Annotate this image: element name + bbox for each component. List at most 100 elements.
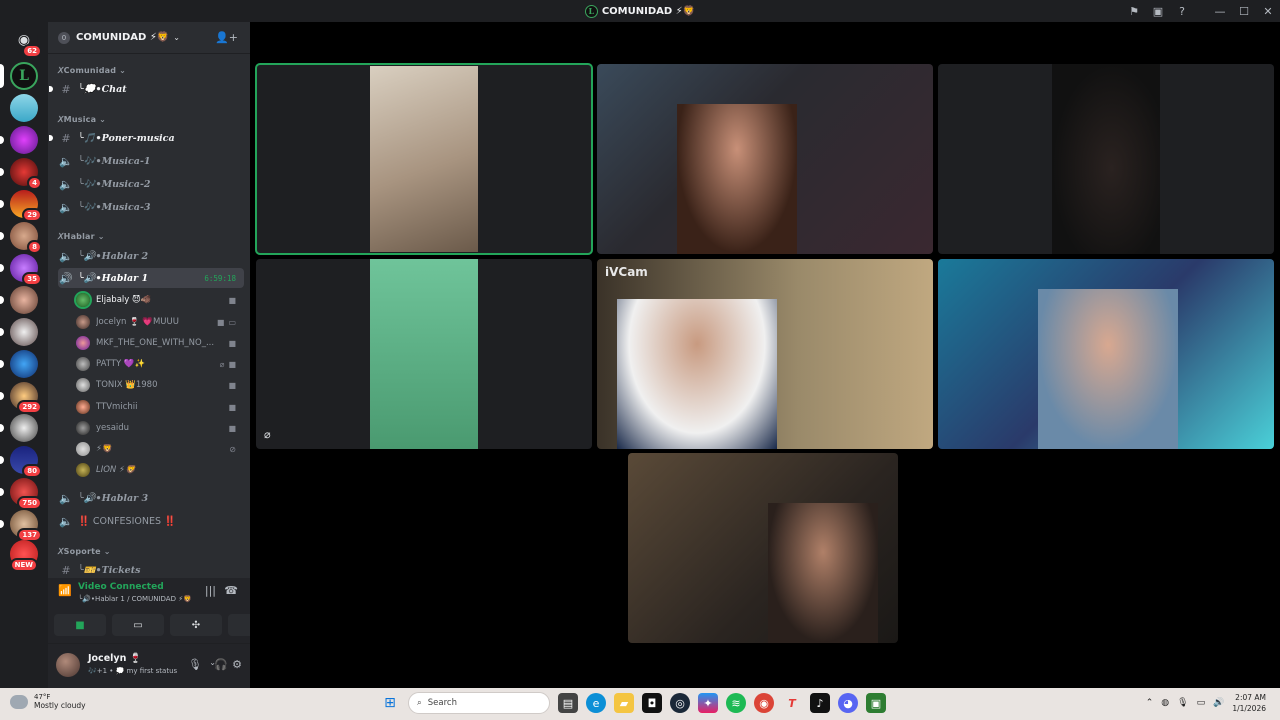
screen-icon[interactable]: ▣ (1146, 0, 1170, 22)
volume-icon[interactable]: 🔊 (1213, 698, 1224, 708)
server-item[interactable] (0, 414, 38, 442)
text-channel-icon: # (61, 563, 71, 577)
video-tile[interactable] (938, 259, 1274, 449)
server-item[interactable]: 29 (0, 190, 42, 222)
server-item[interactable] (0, 286, 38, 314)
activities-button[interactable]: ✣ (170, 614, 222, 636)
voice-channel-icon: 🔈 (59, 177, 73, 191)
voice-user[interactable]: MKF_THE_ONE_WITH_NO_... ■ (76, 333, 244, 353)
server-comunidad[interactable]: L (0, 62, 38, 90)
voice-user[interactable]: LION ⚡🦁 (76, 460, 244, 480)
close-button[interactable]: ✕ (1256, 0, 1280, 22)
server-item[interactable] (0, 126, 38, 154)
video-feed (617, 299, 777, 449)
category-hablar[interactable]: 𝘟Hablar ⌄ (58, 232, 105, 241)
search-box[interactable]: ⌕ Search (408, 692, 550, 714)
video-tile[interactable] (597, 64, 933, 254)
video-tile[interactable]: iVCam (597, 259, 933, 449)
channel-tickets[interactable]: # ╰🎫•Tickets (58, 560, 244, 580)
server-item[interactable]: 4 (0, 158, 42, 190)
server-item[interactable]: NEW (9, 540, 38, 572)
camera-icon: ■ (228, 380, 236, 390)
noise-suppression-icon[interactable]: ||| (205, 584, 216, 597)
channel-confesiones[interactable]: 🔈 ‼️ CONFESIONES ‼️ (58, 511, 244, 531)
home-badge: 62 (22, 44, 42, 58)
channel-hablar-1[interactable]: 🔊 ╰🔊•Hablar 1 6:59:18 (58, 268, 244, 288)
signal-icon[interactable]: 📶 (58, 584, 72, 597)
home-button[interactable]: ◉ 62 (10, 26, 42, 58)
channel-chat[interactable]: # ╰💭•Chat (49, 79, 244, 99)
screen-share-button[interactable]: ▭ (112, 614, 164, 636)
app-icon[interactable]: ◘ (642, 693, 662, 713)
file-explorer-icon[interactable]: ▰ (614, 693, 634, 713)
video-tile[interactable] (255, 63, 593, 255)
voice-user[interactable]: yesaidu ■ (76, 418, 244, 438)
tiktok-icon[interactable]: ♪ (810, 693, 830, 713)
voice-connection-panel: 📶 Video Connected ╰🔊•Hablar 1 / COMUNIDA… (48, 578, 280, 644)
server-badge: 750 (17, 496, 42, 510)
steam-icon[interactable]: ◎ (670, 693, 690, 713)
microphone-icon[interactable]: 🎙 (188, 658, 202, 671)
windows-start-icon[interactable]: ⊞ (380, 693, 400, 713)
guild-header[interactable]: 0 COMUNIDAD ⚡🦁 ⌄ 👤+ (48, 22, 250, 54)
title-bar: L COMUNIDAD ⚡🦁 ⚑ ▣ ? — ☐ ✕ (0, 0, 1280, 22)
chrome-icon[interactable]: ◉ (754, 693, 774, 713)
video-tile[interactable] (938, 64, 1274, 254)
maximize-button[interactable]: ☐ (1232, 0, 1256, 22)
category-comunidad[interactable]: 𝘟Comunidad ⌄ (58, 66, 126, 75)
settings-gear-icon[interactable]: ⚙ (232, 658, 242, 671)
video-tile[interactable] (628, 453, 898, 643)
voice-user[interactable]: ⚡🦁 ⊘ (76, 439, 244, 459)
voice-user[interactable]: Jocelyn 🍷 💗MUUU ■ ▭ (76, 312, 244, 332)
server-item[interactable] (0, 318, 38, 346)
category-soporte[interactable]: 𝘟Soporte ⌄ (58, 547, 111, 556)
disconnect-icon[interactable]: ☎ (224, 584, 238, 597)
channel-hablar-2[interactable]: 🔈 ╰🔊•Hablar 2 (58, 246, 244, 266)
microphone-icon[interactable]: 🎙 (1177, 698, 1188, 708)
inbox-icon[interactable]: ⚑ (1122, 0, 1146, 22)
spotify-icon[interactable]: ≋ (726, 693, 746, 713)
server-item[interactable]: 80 (0, 446, 42, 478)
add-member-icon[interactable]: 👤+ (215, 31, 238, 44)
channel-musica-1[interactable]: 🔈 ╰🎶•Musica-1 (58, 151, 244, 171)
task-view-icon[interactable]: ▤ (558, 693, 578, 713)
video-tile[interactable]: ⌀ (256, 259, 592, 449)
channel-musica-2[interactable]: 🔈 ╰🎶•Musica-2 (58, 174, 244, 194)
weather-widget[interactable]: 47°F Mostly cloudy (10, 693, 86, 710)
avatar[interactable] (56, 653, 80, 677)
category-musica[interactable]: 𝘟Musica ⌄ (58, 115, 106, 124)
network-icon[interactable]: ▭ (1197, 698, 1206, 708)
discord-taskbar-icon[interactable]: ◕ (838, 693, 858, 713)
server-item[interactable]: 8 (0, 222, 42, 254)
voice-user[interactable]: Eljabaly 😈🐗 ■ (76, 290, 244, 310)
channel-musica-3[interactable]: 🔈 ╰🎶•Musica-3 (58, 197, 244, 217)
voice-user[interactable]: PATTY 💜✨ ⌀ ■ (76, 354, 244, 374)
server-item[interactable] (10, 94, 38, 122)
voice-location[interactable]: ╰🔊•Hablar 1 / COMUNIDAD ⚡🦁 (78, 595, 192, 603)
voice-user-name: TONIX 👑1980 (96, 380, 158, 390)
server-item[interactable]: 137 (0, 510, 42, 542)
video-feed (768, 503, 878, 643)
tray-app-icon[interactable]: ◍ (1161, 698, 1169, 708)
copilot-icon[interactable]: ✦ (698, 693, 718, 713)
headphones-icon[interactable]: 🎧 (214, 658, 228, 671)
minimize-button[interactable]: — (1208, 0, 1232, 22)
edge-icon[interactable]: e (586, 693, 606, 713)
clock[interactable]: 2:07 AM 1/1/2026 (1232, 692, 1266, 714)
voice-user[interactable]: TONIX 👑1980 ■ (76, 375, 244, 395)
channel-hablar-3[interactable]: 🔈 ╰🔊•Hablar 3 (58, 488, 244, 508)
help-icon[interactable]: ? (1170, 0, 1194, 22)
channel-poner-musica[interactable]: # ╰🎵•Poner-musica (49, 128, 244, 148)
server-item[interactable]: 750 (0, 478, 42, 510)
avatar (76, 336, 90, 350)
camera-button[interactable]: ■ (54, 614, 106, 636)
server-item[interactable]: 292 (0, 382, 42, 414)
voice-channel-icon: 🔈 (59, 154, 73, 168)
app-icon[interactable]: ▣ (866, 693, 886, 713)
voice-user[interactable]: TTVmichii ■ (76, 397, 244, 417)
chevron-up-icon[interactable]: ⌃ (1146, 698, 1154, 708)
server-item[interactable]: 35 (0, 254, 42, 286)
server-item[interactable] (0, 350, 38, 378)
app-t-icon[interactable]: T (782, 693, 802, 713)
call-timer: 6:59:18 (204, 273, 236, 283)
